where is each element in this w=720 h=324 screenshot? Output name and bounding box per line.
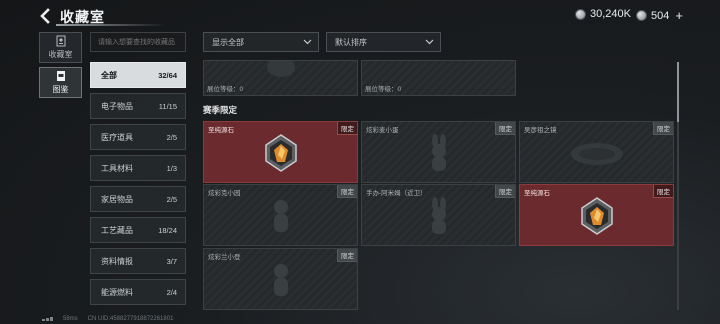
signal-icon: [42, 317, 53, 321]
collection-card[interactable]: 炫彩克小园 限定: [203, 184, 358, 246]
limited-badge: 限定: [337, 122, 357, 135]
category-label: 能源燃料: [101, 287, 133, 297]
mirror-icon: [570, 143, 623, 166]
source-stone-icon: [580, 197, 613, 236]
category-crafts[interactable]: 工艺藏品 18/24: [90, 217, 186, 243]
uid-text: CN UID:4588277918872261801: [87, 316, 174, 322]
scrollbar-thumb[interactable]: [677, 62, 679, 122]
figure-icon: [273, 264, 288, 297]
limited-badge: 限定: [337, 249, 357, 262]
category-count: 1/3: [166, 163, 177, 173]
limited-badge: 限定: [495, 122, 515, 135]
category-medical[interactable]: 医疗道具 2/5: [90, 124, 186, 150]
booth-level: 展位等级：0: [207, 86, 244, 93]
chevron-down-icon: [303, 39, 312, 45]
collection-card[interactable]: 炫彩麦小蛋 限定: [361, 121, 516, 183]
section-heading: 赛季限定: [203, 105, 238, 115]
rabbit-figure-icon: [431, 134, 446, 172]
collection-card[interactable]: 至纯源石 限定: [203, 121, 358, 183]
card-name: 至纯源石: [524, 190, 550, 197]
category-count: 2/5: [166, 194, 177, 204]
sort-dropdown[interactable]: 默认排序: [326, 32, 441, 52]
card-name: 至纯源石: [208, 127, 234, 134]
category-count: 2/5: [166, 132, 177, 142]
card-name: 炫彩克小园: [208, 190, 241, 197]
token-display[interactable]: 504 +: [636, 8, 683, 23]
card-name: 炫彩兰小登: [208, 254, 241, 261]
category-count: 2/4: [166, 287, 177, 297]
display-filter-value: 显示全部: [212, 37, 244, 47]
chevron-down-icon: [425, 39, 434, 45]
item-silhouette-icon: [266, 61, 295, 78]
status-bar: 58ms CN UID:4588277918872261801: [42, 316, 173, 322]
token-icon: [636, 10, 647, 21]
add-token-button[interactable]: +: [675, 8, 683, 23]
collection-room-icon: [56, 35, 65, 47]
tab-codex[interactable]: 图鉴: [39, 67, 82, 98]
currency-display: 30,240K: [575, 8, 631, 20]
display-filter-dropdown[interactable]: 显示全部: [203, 32, 319, 52]
category-label: 电子物品: [101, 101, 133, 111]
booth-level: 展位等级：0: [365, 86, 402, 93]
tab-collection-room[interactable]: 收藏室: [39, 32, 82, 63]
search-input[interactable]: [90, 32, 186, 52]
collection-card[interactable]: 吴彦祖之镜 限定: [519, 121, 674, 183]
tab-codex-label: 图鉴: [52, 85, 69, 94]
card-name: 手办-阿米姆（近卫）: [366, 190, 427, 197]
limited-badge: 限定: [495, 185, 515, 198]
category-label: 医疗道具: [101, 132, 133, 142]
limited-badge: 限定: [653, 122, 673, 135]
category-electronics[interactable]: 电子物品 11/15: [90, 93, 186, 119]
category-household[interactable]: 家居物品 2/5: [90, 186, 186, 212]
category-label: 工艺藏品: [101, 225, 133, 235]
limited-badge: 限定: [337, 185, 357, 198]
collection-card[interactable]: 手办-阿米姆（近卫） 限定: [361, 184, 516, 246]
title-underline: [56, 24, 166, 26]
figure-icon: [273, 200, 288, 233]
currency-amount: 30,240K: [590, 8, 631, 20]
collection-card[interactable]: 展位等级：0: [361, 60, 516, 96]
back-arrow-icon[interactable]: [38, 8, 54, 24]
category-label: 全部: [101, 70, 117, 80]
token-amount: 504: [651, 9, 670, 22]
collection-card[interactable]: 炫彩兰小登 限定: [203, 248, 358, 310]
collection-card[interactable]: 展位等级：0: [203, 60, 358, 96]
source-stone-icon: [264, 134, 297, 173]
sort-value: 默认排序: [335, 37, 367, 47]
category-label: 家居物品: [101, 194, 133, 204]
card-name: 炫彩麦小蛋: [366, 127, 399, 134]
limited-badge: 限定: [653, 185, 673, 198]
category-count: 18/24: [158, 225, 177, 235]
collection-card[interactable]: 至纯源石 限定: [519, 184, 674, 246]
coin-icon: [575, 8, 586, 20]
ping-value: 58ms: [63, 316, 78, 322]
category-energy[interactable]: 能源燃料 2/4: [90, 279, 186, 305]
category-count: 32/64: [158, 70, 177, 80]
category-label: 资料情报: [101, 256, 133, 266]
category-count: 11/15: [158, 101, 177, 111]
category-label: 工具材料: [101, 163, 133, 173]
rabbit-figure-icon: [431, 197, 446, 235]
card-name: 吴彦祖之镜: [524, 127, 557, 134]
category-all[interactable]: 全部 32/64: [90, 62, 186, 88]
codex-icon: [56, 71, 65, 81]
category-intel[interactable]: 资料情报 3/7: [90, 248, 186, 274]
category-count: 3/7: [166, 256, 177, 266]
category-tools[interactable]: 工具材料 1/3: [90, 155, 186, 181]
tab-collection-room-label: 收藏室: [48, 50, 73, 59]
